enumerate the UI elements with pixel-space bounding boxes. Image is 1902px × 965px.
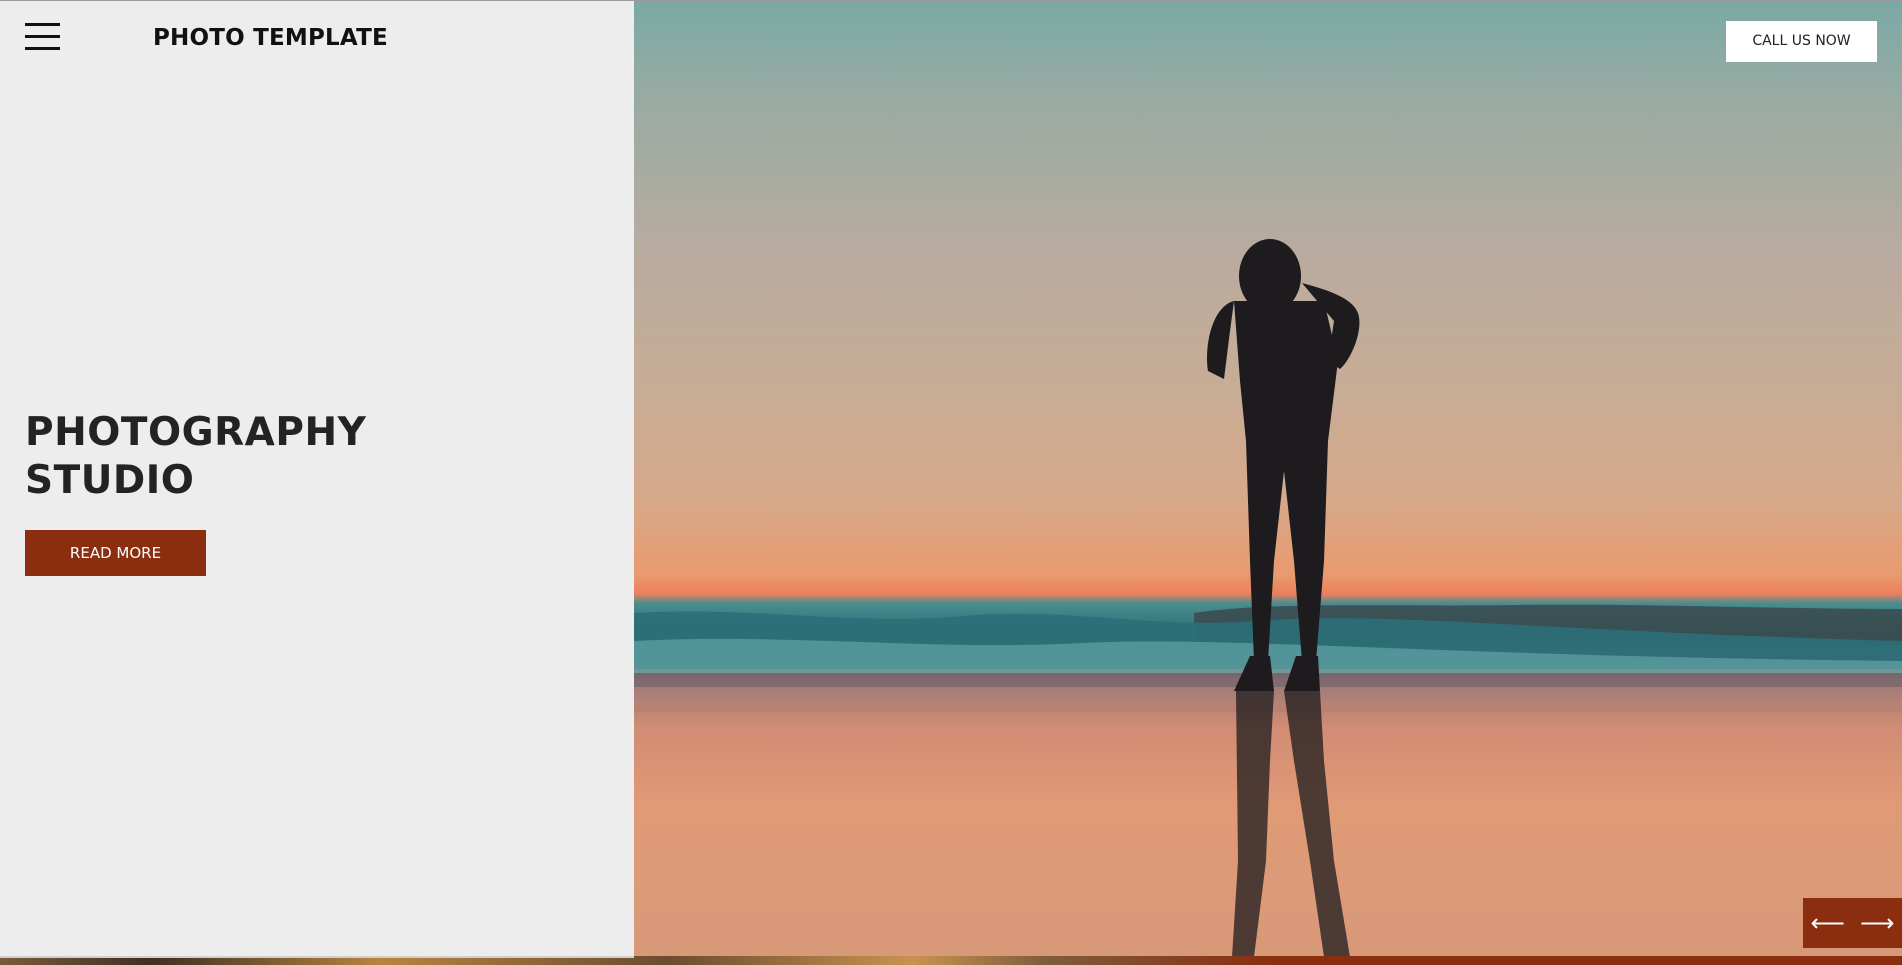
divider <box>0 956 634 958</box>
hero-image: CALL US NOW ⟵ ⟶ <box>634 1 1902 957</box>
hamburger-menu-icon[interactable] <box>25 22 60 52</box>
hero-title-line-2: STUDIO <box>25 458 195 503</box>
arrow-left-icon[interactable]: ⟵ <box>1803 898 1853 948</box>
next-section-preview <box>0 956 1902 965</box>
brand-title[interactable]: PHOTO TEMPLATE <box>153 25 388 51</box>
hero-title-line-1: PHOTOGRAPHY <box>25 410 367 455</box>
person-reflection <box>1232 691 1350 957</box>
read-more-button[interactable]: READ MORE <box>25 530 206 576</box>
arrow-right-icon[interactable]: ⟶ <box>1853 898 1902 948</box>
call-us-button[interactable]: CALL US NOW <box>1726 21 1877 62</box>
sunset-photo-illustration <box>634 239 1902 957</box>
slider-nav: ⟵ ⟶ <box>1803 898 1902 948</box>
left-panel: PHOTO TEMPLATE PHOTOGRAPHY STUDIO READ M… <box>0 1 634 957</box>
hero-title: PHOTOGRAPHY STUDIO <box>25 409 445 505</box>
page: PHOTO TEMPLATE PHOTOGRAPHY STUDIO READ M… <box>0 0 1902 965</box>
